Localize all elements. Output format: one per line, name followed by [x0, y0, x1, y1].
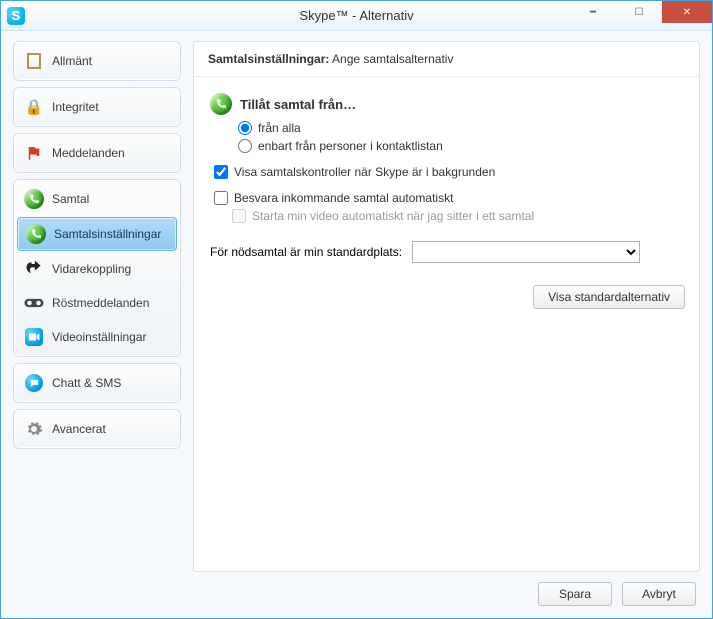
- radio-contacts-only-label: enbart från personer i kontaktlistan: [258, 139, 443, 153]
- gear-icon: [24, 419, 44, 439]
- phone-icon: [24, 189, 44, 209]
- sidebar-item-notifications[interactable]: Meddelanden: [16, 136, 178, 170]
- phone-icon: [210, 93, 232, 115]
- voicemail-icon: [24, 293, 44, 313]
- content-card: Samtalsinställningar: Ange samtalsaltern…: [193, 41, 700, 572]
- minimize-button[interactable]: ━: [570, 1, 616, 23]
- emergency-location-select[interactable]: [412, 241, 640, 263]
- skype-icon: S: [7, 7, 25, 25]
- options-window: S Skype™ - Alternativ ━ ☐ ✕ Allmänt 🔒: [0, 0, 713, 619]
- panel-header: Samtalsinställningar: Ange samtalsaltern…: [194, 42, 699, 77]
- panel-header-title: Samtalsinställningar:: [208, 52, 329, 66]
- sidebar-group-general: Allmänt: [13, 41, 181, 81]
- content: Samtalsinställningar: Ange samtalsaltern…: [193, 41, 700, 606]
- check-start-video: Starta min video automatiskt när jag sit…: [232, 209, 683, 223]
- emergency-location-row: För nödsamtal är min standardplats:: [210, 241, 683, 263]
- sidebar-item-privacy[interactable]: 🔒 Integritet: [16, 90, 178, 124]
- sidebar-group-calls: Samtal Samtalsinställningar Vidarekoppli…: [13, 179, 181, 357]
- sidebar-item-general[interactable]: Allmänt: [16, 44, 178, 78]
- titlebar: S Skype™ - Alternativ ━ ☐ ✕: [1, 1, 712, 31]
- sidebar-group-notifications: Meddelanden: [13, 133, 181, 173]
- sidebar-item-label: Avancerat: [52, 422, 170, 436]
- maximize-button[interactable]: ☐: [616, 1, 662, 23]
- sidebar-item-call-settings[interactable]: Samtalsinställningar: [17, 217, 177, 251]
- allow-calls-title: Tillåt samtal från…: [240, 97, 356, 112]
- sidebar-item-label: Samtal: [52, 192, 170, 206]
- check-start-video-label: Starta min video automatiskt när jag sit…: [252, 209, 534, 223]
- sidebar-item-advanced[interactable]: Avancerat: [16, 412, 178, 446]
- check-start-video-input: [232, 209, 246, 223]
- sidebar-group-advanced: Avancerat: [13, 409, 181, 449]
- sidebar-item-label: Videoinställningar: [52, 330, 170, 344]
- check-auto-answer[interactable]: Besvara inkommande samtal automatiskt: [214, 191, 683, 205]
- sidebar-item-label: Integritet: [52, 100, 170, 114]
- emergency-location-label: För nödsamtal är min standardplats:: [210, 245, 402, 259]
- sidebar-item-label: Röstmeddelanden: [52, 296, 170, 310]
- body: Allmänt 🔒 Integritet Meddelanden: [1, 31, 712, 618]
- chat-icon: [24, 373, 44, 393]
- sidebar-item-calls[interactable]: Samtal: [16, 182, 178, 216]
- radio-from-all[interactable]: från alla: [238, 121, 683, 135]
- sidebar-item-label: Meddelanden: [52, 146, 170, 160]
- panel-header-sub: Ange samtalsalternativ: [329, 52, 453, 66]
- check-show-controls-input[interactable]: [214, 165, 228, 179]
- sidebar-item-video[interactable]: Videoinställningar: [16, 320, 178, 354]
- check-auto-answer-label: Besvara inkommande samtal automatiskt: [234, 191, 453, 205]
- door-icon: [24, 51, 44, 71]
- check-show-controls[interactable]: Visa samtalskontroller när Skype är i ba…: [214, 165, 683, 179]
- sidebar-item-voicemail[interactable]: Röstmeddelanden: [16, 286, 178, 320]
- lock-icon: 🔒: [24, 97, 44, 117]
- sidebar-group-privacy: 🔒 Integritet: [13, 87, 181, 127]
- radio-from-all-input[interactable]: [238, 121, 252, 135]
- sidebar-group-chat: Chatt & SMS: [13, 363, 181, 403]
- sidebar-item-label: Allmänt: [52, 54, 170, 68]
- show-default-row: Visa standardalternativ: [533, 285, 685, 309]
- flag-icon: [24, 143, 44, 163]
- sidebar-item-chat[interactable]: Chatt & SMS: [16, 366, 178, 400]
- footer: Spara Avbryt: [193, 572, 700, 606]
- radio-contacts-only-input[interactable]: [238, 139, 252, 153]
- sidebar: Allmänt 🔒 Integritet Meddelanden: [13, 41, 181, 606]
- check-show-controls-label: Visa samtalskontroller när Skype är i ba…: [234, 165, 495, 179]
- sidebar-item-forwarding[interactable]: Vidarekoppling: [16, 252, 178, 286]
- radio-from-all-label: från alla: [258, 121, 301, 135]
- close-button[interactable]: ✕: [662, 1, 712, 23]
- save-button[interactable]: Spara: [538, 582, 612, 606]
- window-controls: ━ ☐ ✕: [570, 1, 712, 23]
- video-icon: [24, 327, 44, 347]
- sidebar-item-label: Vidarekoppling: [52, 262, 170, 276]
- sidebar-item-label: Samtalsinställningar: [54, 227, 168, 241]
- sidebar-item-label: Chatt & SMS: [52, 376, 170, 390]
- show-default-button[interactable]: Visa standardalternativ: [533, 285, 685, 309]
- cancel-button[interactable]: Avbryt: [622, 582, 696, 606]
- allow-calls-section: Tillåt samtal från…: [210, 93, 683, 115]
- check-auto-answer-input[interactable]: [214, 191, 228, 205]
- forward-icon: [24, 259, 44, 279]
- phone-icon: [26, 224, 46, 244]
- panel-body: Tillåt samtal från… från alla enbart frå…: [194, 77, 699, 571]
- radio-contacts-only[interactable]: enbart från personer i kontaktlistan: [238, 139, 683, 153]
